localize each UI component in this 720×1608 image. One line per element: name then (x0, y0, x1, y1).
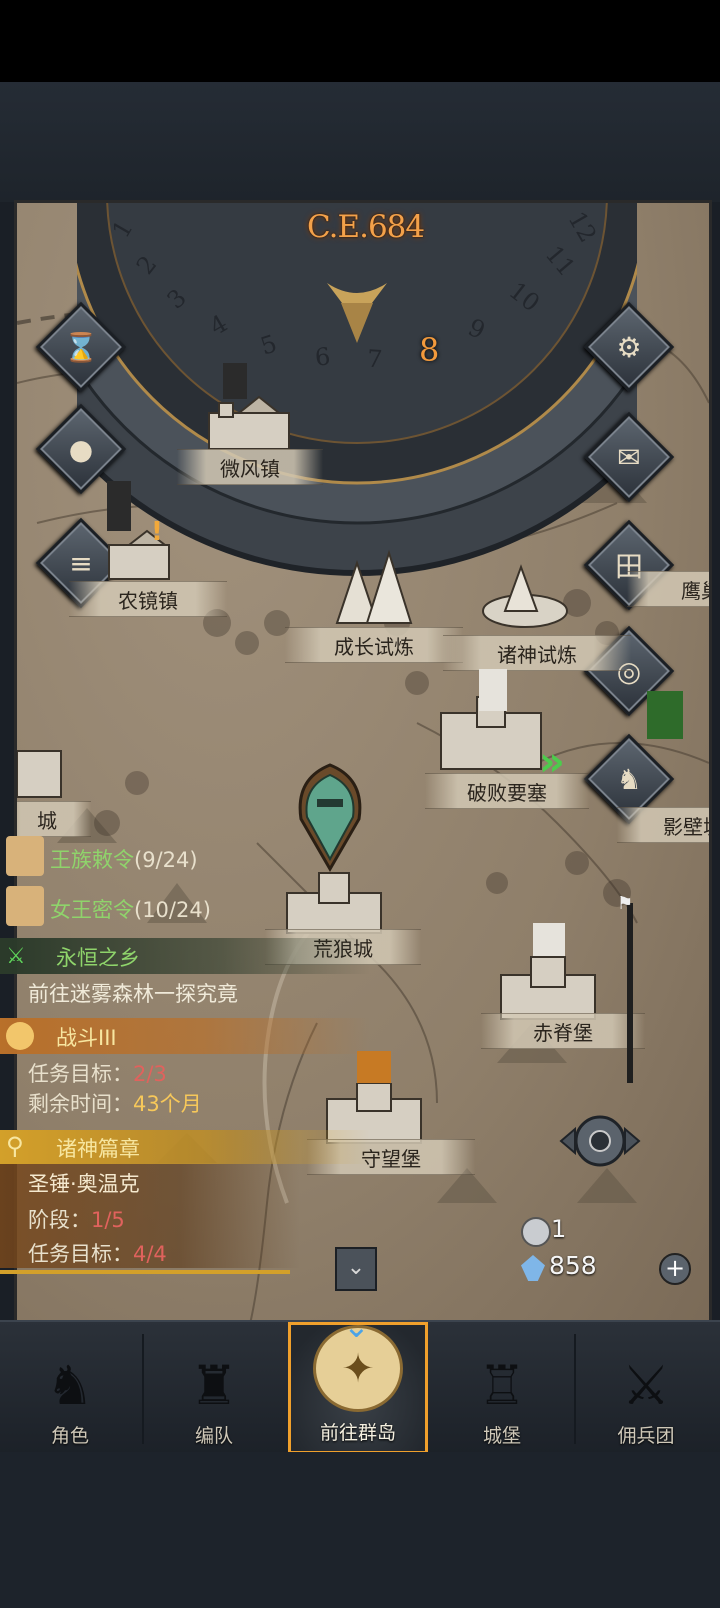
nav-mercenary[interactable]: ⚔ 佣兵团 (576, 1322, 716, 1454)
nongjing-town-icon[interactable] (99, 525, 179, 583)
saga-stage-value: 1/5 (91, 1208, 125, 1232)
hourglass-icon: ⌛ (63, 330, 99, 364)
recenter-button[interactable] (541, 1101, 659, 1181)
saga-divider (0, 1270, 290, 1274)
nav-character-label: 角色 (50, 1425, 89, 1447)
saga-target-label: 任务目标： (28, 1242, 133, 1266)
nav-formation-label: 编队 (194, 1425, 233, 1447)
order-royal-decree-progress: (9/24) (134, 848, 198, 872)
battle-time-row: 剩余时间：43个月 (28, 1088, 202, 1118)
crystal-count: 858 (549, 1251, 597, 1280)
main-quest-desc[interactable]: 前往迷雾森林一探究竟 (28, 978, 238, 1008)
quest-panel: 王族敕令(9/24) 女王密令(10/24) ⚔ 永恒之乡 前往迷雾森林一探究竟… (0, 830, 370, 1275)
saga-quest-title: 诸神篇章 (56, 1137, 140, 1161)
loc-eagle-nest[interactable]: 鹰巢 (627, 571, 709, 607)
growth-trial-icon[interactable] (317, 543, 427, 629)
sword-icon: ⚔ (6, 944, 26, 969)
weifeng-banner (223, 363, 247, 399)
bottom-nav: ♞ 角色 ♜ 编队 ⌄ ✦ 前往群岛 ♖ 城堡 ⚔ 佣兵团 (0, 1307, 720, 1454)
loc-weifeng[interactable]: 微风镇 (177, 449, 323, 485)
silver-icon (521, 1217, 551, 1247)
knight-icon: ♞ (616, 762, 642, 796)
add-resource-button[interactable]: + (659, 1253, 691, 1285)
order-queen-secret-name: 女王密令 (50, 898, 134, 922)
weifeng-town-icon[interactable] (199, 393, 299, 453)
status-bar (0, 0, 720, 82)
nav-castle-label: 城堡 (482, 1425, 521, 1447)
nav-castle[interactable]: ♖ 城堡 (432, 1322, 572, 1454)
loc-gods-trial[interactable]: 诸神试炼 (443, 635, 631, 671)
left-city-icon[interactable] (17, 731, 67, 801)
money-bag-icon: ● (68, 432, 94, 466)
battle-target-value: 2/3 (133, 1062, 167, 1086)
battle-emblem-icon (6, 1022, 34, 1050)
battle-target-row: 任务目标：2/3 (28, 1058, 167, 1088)
chevron-down-icon: ⌄ (343, 1307, 370, 1345)
knight-helmet-icon: ♞ (45, 1354, 95, 1417)
silver-count: 1 (551, 1215, 567, 1243)
zoom-slider[interactable] (627, 903, 633, 1083)
nav-islands-label: 前往群岛 (319, 1422, 396, 1444)
ruined-fortress-banner (479, 669, 507, 711)
saga-target-value: 4/4 (133, 1242, 167, 1266)
loc-growth-trial[interactable]: 成长试炼 (285, 627, 463, 663)
gods-trial-icon[interactable] (475, 551, 575, 631)
month-8-current[interactable]: 8 (419, 331, 439, 369)
main-quest-title: 永恒之乡 (56, 946, 140, 970)
month-7: 7 (366, 344, 384, 374)
loc-ruined-fortress[interactable]: 破败要塞 (425, 773, 589, 809)
flag-marker-icon: ⚑ (617, 893, 634, 914)
saga-target-row: 任务目标：4/4 (28, 1238, 167, 1268)
gear-icon: ⚙ (616, 330, 642, 364)
battle-quest-header[interactable]: 战斗III (0, 1018, 370, 1054)
order-royal-decree-name: 王族敕令 (50, 848, 134, 872)
search-icon: ⚲ (6, 1132, 24, 1160)
nav-character[interactable]: ♞ 角色 (0, 1322, 140, 1454)
shadow-wall-banner (647, 691, 683, 739)
main-quest-header[interactable]: ⚔ 永恒之乡 (0, 938, 370, 974)
formation-icon: ♜ (189, 1354, 239, 1417)
battle-target-label: 任务目标： (28, 1062, 133, 1086)
royal-decree-scroll-icon (6, 836, 44, 876)
footer-area (0, 1452, 720, 1608)
mercenary-icon: ⚔ (621, 1354, 671, 1417)
nav-islands[interactable]: ⌄ ✦ 前往群岛 (288, 1307, 428, 1454)
nongjing-banner (107, 481, 131, 531)
nav-formation[interactable]: ♜ 编队 (144, 1322, 284, 1454)
saga-stage-row: 阶段：1/5 (28, 1204, 125, 1234)
mail-icon: ✉ (617, 440, 641, 474)
order-queen-secret[interactable]: 女王密令(10/24) (50, 894, 211, 924)
saga-stage-label: 阶段： (28, 1208, 91, 1232)
loc-nongjing[interactable]: 农镜镇 (69, 581, 227, 617)
order-queen-secret-progress: (10/24) (134, 898, 211, 922)
month-6: 6 (313, 342, 332, 372)
order-royal-decree[interactable]: 王族敕令(9/24) (50, 844, 198, 874)
castle-icon: ♖ (477, 1354, 527, 1417)
header-band (0, 82, 720, 202)
loc-red-ridge[interactable]: 赤脊堡 (481, 1013, 645, 1049)
era-year: C.E.684 (307, 209, 425, 245)
red-ridge-castle-icon[interactable] (493, 955, 603, 1021)
alert-icon: ! (151, 517, 163, 547)
queen-order-scroll-icon (6, 886, 44, 926)
battle-time-label: 剩余时间： (28, 1092, 133, 1116)
loc-shadow-wall[interactable]: 影壁城 (617, 807, 709, 843)
saga-hero-name: 圣锤·奥温克 (28, 1172, 140, 1196)
battle-quest-title: 战斗III (56, 1026, 117, 1050)
battle-time-value: 43个月 (133, 1092, 202, 1116)
nav-mercenary-label: 佣兵团 (617, 1425, 675, 1447)
saga-quest-header[interactable]: ⚲ 诸神篇章 (0, 1130, 370, 1164)
